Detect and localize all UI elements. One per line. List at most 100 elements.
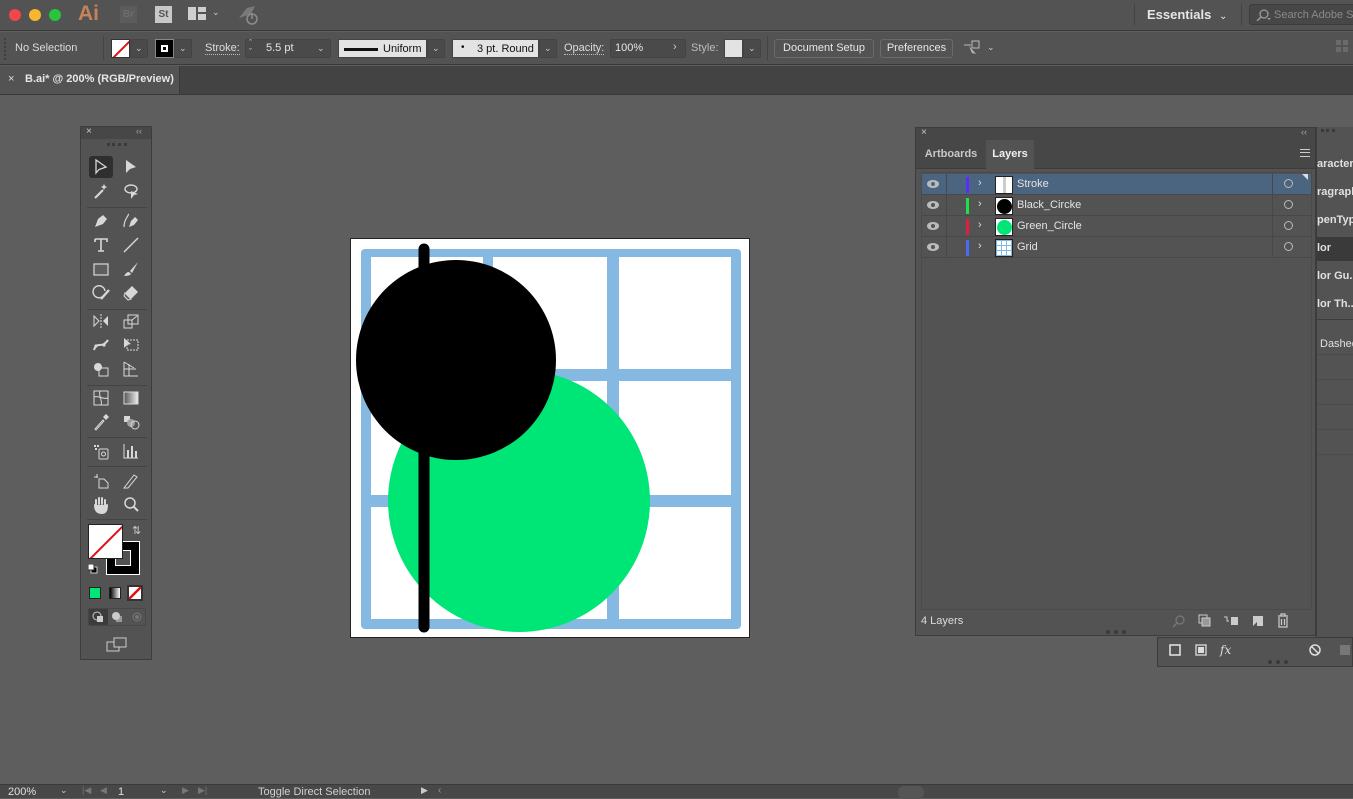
selection-tool[interactable] bbox=[89, 156, 113, 178]
collapse-panel-icon[interactable]: ‹‹ bbox=[136, 126, 142, 136]
horizontal-scrollbar-thumb[interactable] bbox=[898, 786, 924, 799]
tab-layers[interactable]: Layers bbox=[986, 140, 1034, 170]
visibility-eye-icon[interactable] bbox=[926, 241, 940, 253]
rectangle-tool[interactable] bbox=[89, 258, 113, 280]
gradient-mode-button[interactable] bbox=[109, 587, 121, 599]
last-artboard-button[interactable]: ▶| bbox=[198, 785, 207, 796]
slice-tool[interactable] bbox=[119, 470, 143, 492]
opacity-field[interactable]: 100% › bbox=[610, 39, 686, 58]
close-panel-icon[interactable]: × bbox=[921, 127, 927, 138]
layer-row-green-circle[interactable]: › Green_Circle bbox=[922, 216, 1311, 237]
symbol-sprayer-tool[interactable] bbox=[89, 440, 113, 462]
brush-definition-dropdown[interactable]: • 3 pt. Round bbox=[452, 39, 539, 58]
tab-artboards[interactable]: Artboards bbox=[916, 140, 986, 168]
stroke-color-dropdown[interactable]: ⌄ bbox=[174, 39, 192, 58]
visibility-eye-icon[interactable] bbox=[926, 199, 940, 211]
eyedropper-tool[interactable] bbox=[89, 411, 113, 433]
chevron-down-icon[interactable]: ⌄ bbox=[987, 42, 995, 53]
character-panel-button[interactable]: aracter bbox=[1317, 158, 1353, 170]
search-adobe-stock-input[interactable]: Search Adobe Stock bbox=[1249, 4, 1353, 25]
target-circle-icon[interactable] bbox=[1284, 200, 1293, 209]
draw-inside-button[interactable] bbox=[127, 609, 146, 625]
create-new-layer-icon[interactable] bbox=[1251, 614, 1265, 628]
perspective-grid-tool[interactable] bbox=[119, 358, 143, 380]
zoom-dropdown-chevron[interactable]: ⌄ bbox=[60, 785, 68, 796]
profile-chevron[interactable]: ⌄ bbox=[427, 39, 445, 58]
arrange-chevron-icon[interactable]: ⌄ bbox=[212, 7, 220, 18]
artboard-number-field[interactable]: 1 bbox=[118, 786, 124, 798]
target-circle-icon[interactable] bbox=[1284, 179, 1293, 188]
swap-fill-stroke-icon[interactable]: ⇅ bbox=[132, 524, 141, 537]
panel-grid-icon[interactable] bbox=[1336, 40, 1348, 52]
artboard[interactable] bbox=[350, 238, 750, 638]
close-panel-icon[interactable]: × bbox=[86, 126, 92, 137]
first-artboard-button[interactable]: |◀ bbox=[82, 785, 91, 796]
draw-normal-button[interactable] bbox=[89, 609, 108, 625]
stepper-icon[interactable]: ˆˇ bbox=[249, 39, 252, 57]
gpu-performance-icon[interactable] bbox=[237, 4, 261, 26]
fill-dropdown[interactable]: ⌄ bbox=[130, 39, 148, 58]
expand-arrow-icon[interactable]: › bbox=[978, 219, 982, 231]
graphic-style-dropdown[interactable]: ⌄ bbox=[743, 39, 761, 58]
graphic-style-swatch[interactable] bbox=[724, 39, 743, 58]
add-new-fill-icon[interactable] bbox=[1195, 644, 1207, 656]
resize-grip[interactable] bbox=[1106, 630, 1126, 634]
chevron-right-icon[interactable]: › bbox=[673, 41, 677, 53]
grip-handle[interactable] bbox=[4, 38, 7, 60]
minimize-window-button[interactable] bbox=[29, 9, 41, 21]
tools-panel-header[interactable]: × ‹‹ bbox=[81, 126, 151, 139]
line-segment-tool[interactable] bbox=[119, 234, 143, 256]
layer-name[interactable]: Black_Circke bbox=[1017, 199, 1081, 211]
next-artboard-button[interactable]: ▶ bbox=[182, 785, 189, 796]
gradient-tool[interactable] bbox=[119, 387, 143, 409]
brush-chevron[interactable]: ⌄ bbox=[539, 39, 557, 58]
clear-appearance-icon[interactable] bbox=[1309, 644, 1321, 656]
free-transform-tool[interactable] bbox=[119, 334, 143, 356]
layer-name[interactable]: Stroke bbox=[1017, 178, 1049, 190]
scale-tool[interactable] bbox=[119, 310, 143, 332]
document-tab[interactable]: × B.ai* @ 200% (RGB/Preview) bbox=[0, 66, 180, 94]
color-themes-panel-button[interactable]: lor Th... bbox=[1317, 298, 1353, 310]
workspace-switcher[interactable]: Essentials ⌄ bbox=[1147, 7, 1227, 22]
stroke-weight-field[interactable]: ˆˇ 5.5 pt ⌄ bbox=[245, 39, 331, 58]
artboard-tool[interactable] bbox=[89, 470, 113, 492]
make-clipping-mask-icon[interactable] bbox=[1198, 614, 1212, 628]
layer-row-grid[interactable]: › Grid bbox=[922, 237, 1311, 258]
blend-tool[interactable] bbox=[119, 411, 143, 433]
variable-width-profile-dropdown[interactable]: Uniform bbox=[338, 39, 427, 58]
direct-selection-tool[interactable] bbox=[119, 156, 143, 178]
visibility-eye-icon[interactable] bbox=[926, 178, 940, 190]
black-circle[interactable] bbox=[356, 260, 556, 460]
layer-row-black-circke[interactable]: › Black_Circke bbox=[922, 195, 1311, 216]
zoom-tool[interactable] bbox=[119, 494, 143, 516]
delete-layer-icon[interactable] bbox=[1276, 613, 1290, 628]
zoom-level-field[interactable]: 200% bbox=[8, 786, 36, 798]
shape-builder-tool[interactable] bbox=[89, 358, 113, 380]
scroll-left-arrow[interactable]: ‹ bbox=[438, 785, 441, 796]
fill-color-box[interactable] bbox=[88, 524, 123, 559]
create-sublayer-icon[interactable] bbox=[1223, 614, 1239, 628]
reflect-tool[interactable] bbox=[89, 310, 113, 332]
screen-mode-icon[interactable] bbox=[106, 637, 128, 653]
pen-tool[interactable] bbox=[89, 210, 113, 232]
shaper-tool[interactable] bbox=[89, 282, 113, 304]
layer-row-stroke[interactable]: › Stroke bbox=[922, 174, 1311, 195]
mesh-tool[interactable] bbox=[89, 387, 113, 409]
paragraph-panel-button[interactable]: ragraph bbox=[1317, 186, 1353, 198]
lasso-tool[interactable] bbox=[119, 180, 143, 202]
stroke-label[interactable]: Stroke: bbox=[205, 42, 240, 55]
none-mode-button[interactable] bbox=[127, 585, 143, 601]
dock-grip[interactable] bbox=[1321, 129, 1335, 132]
tools-grip[interactable] bbox=[107, 143, 127, 146]
expand-arrow-icon[interactable]: › bbox=[978, 198, 982, 210]
opentype-panel-button[interactable]: penType bbox=[1317, 214, 1353, 226]
status-tool-hint[interactable]: Toggle Direct Selection bbox=[258, 786, 371, 798]
color-mode-button[interactable] bbox=[89, 587, 101, 599]
expand-arrow-icon[interactable]: › bbox=[978, 177, 982, 189]
status-menu-arrow[interactable]: ▶ bbox=[421, 785, 428, 796]
color-panel-button[interactable]: lor bbox=[1317, 242, 1331, 254]
close-window-button[interactable] bbox=[9, 9, 21, 21]
paintbrush-tool[interactable] bbox=[119, 258, 143, 280]
hand-tool[interactable] bbox=[89, 494, 113, 516]
collapse-panel-icon[interactable]: ‹‹ bbox=[1301, 127, 1307, 137]
